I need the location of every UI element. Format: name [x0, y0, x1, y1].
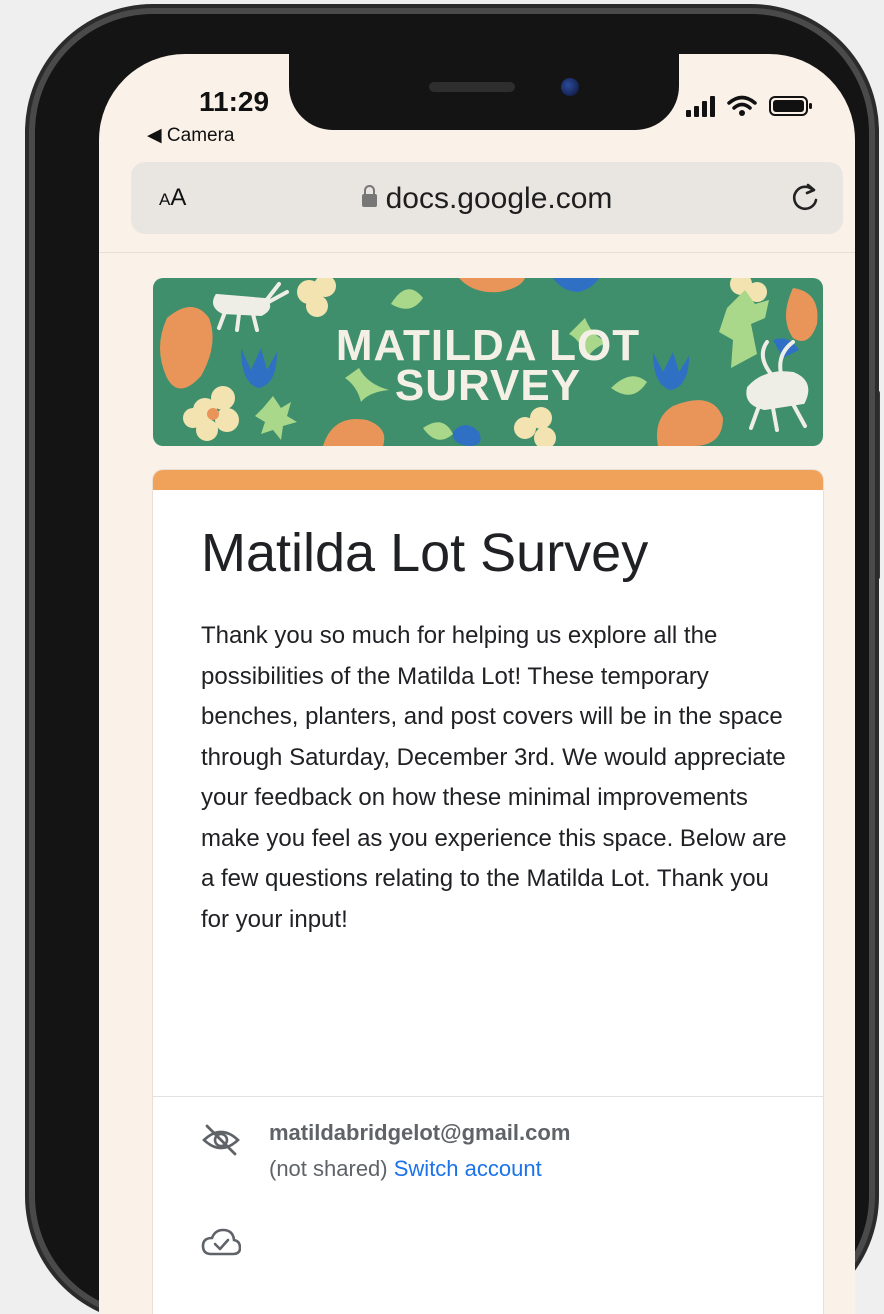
account-email: matildabridgelot@gmail.com: [269, 1120, 571, 1145]
phone-screen: 11:29 ◀ Camera AA docs.google.com MATILD…: [99, 54, 855, 1314]
form-description: Thank you so much for helping us explore…: [201, 622, 787, 933]
status-icons: [686, 94, 813, 118]
url-display[interactable]: docs.google.com: [131, 182, 843, 216]
card-divider: [153, 1096, 823, 1097]
phone-frame: 11:29 ◀ Camera AA docs.google.com MATILD…: [35, 14, 869, 1314]
eye-off-icon: [202, 1124, 240, 1156]
account-sharing-line: (not shared) Switch account: [269, 1156, 542, 1182]
battery-icon: [769, 96, 812, 116]
front-camera: [561, 78, 579, 96]
back-app-label: Camera: [166, 125, 235, 146]
not-shared-label: (not shared): [269, 1156, 388, 1181]
back-triangle-icon: ◀: [147, 125, 162, 146]
lock-icon: [361, 185, 377, 207]
reload-icon[interactable]: [785, 178, 825, 218]
volume-down-button: [25, 504, 33, 620]
banner-title-line1: MATILDA LOT: [335, 321, 641, 370]
url-text: docs.google.com: [385, 182, 613, 215]
wifi-icon: [727, 95, 757, 116]
banner-title: MATILDA LOT SURVEY: [153, 321, 823, 410]
cellular-signal-icon: [686, 95, 715, 117]
notch: [289, 54, 679, 130]
card-accent-bar: [153, 470, 823, 490]
silent-switch: [25, 238, 33, 300]
volume-up-button: [25, 348, 33, 464]
speaker-grille: [429, 82, 515, 92]
toolbar-divider: [99, 252, 855, 253]
status-time: 11:29: [199, 86, 270, 117]
form-title: Matilda Lot Survey: [201, 523, 649, 583]
form-intro-card: Matilda Lot Survey Thank you so much for…: [153, 470, 823, 1314]
back-to-app[interactable]: ◀ Camera: [147, 124, 234, 147]
power-button: [872, 390, 880, 580]
form-header-banner: MATILDA LOT SURVEY: [153, 278, 823, 446]
switch-account-link[interactable]: Switch account: [394, 1156, 542, 1181]
address-bar[interactable]: AA docs.google.com: [131, 162, 843, 234]
banner-title-line2: SURVEY: [394, 361, 582, 410]
